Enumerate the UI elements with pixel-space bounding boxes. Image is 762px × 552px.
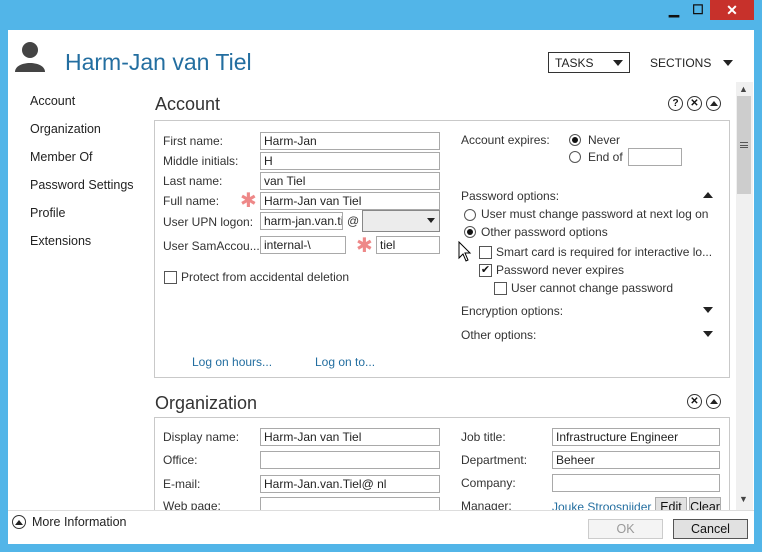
smart-card-checkbox[interactable] xyxy=(479,246,492,259)
minimize-button[interactable]: ▁ xyxy=(662,0,686,20)
vertical-scrollbar[interactable]: ▲ ▼ xyxy=(736,82,753,510)
pwd-must-change-label: User must change password at next log on xyxy=(481,207,709,221)
pwd-must-change-radio[interactable] xyxy=(464,209,476,221)
footer-divider xyxy=(8,510,754,511)
collapse-section-icon[interactable] xyxy=(706,394,721,409)
company-label: Company: xyxy=(461,476,516,490)
last-name-input[interactable]: van Tiel xyxy=(260,172,440,190)
scroll-up-icon[interactable]: ▲ xyxy=(739,84,748,94)
protect-deletion-label: Protect from accidental deletion xyxy=(181,270,350,284)
smart-card-label: Smart card is required for interactive l… xyxy=(496,245,713,259)
scroll-down-icon[interactable]: ▼ xyxy=(739,494,748,504)
display-name-input[interactable]: Harm-Jan van Tiel xyxy=(260,428,440,446)
tasks-label: TASKS xyxy=(555,55,594,70)
user-icon xyxy=(15,42,45,72)
required-asterisk-icon: ✱ xyxy=(240,190,257,212)
logon-hours-link[interactable]: Log on hours... xyxy=(192,355,272,369)
nav-item-account[interactable]: Account xyxy=(30,94,134,122)
pwd-never-expires-label: Password never expires xyxy=(496,263,625,277)
section-nav: Account Organization Member Of Password … xyxy=(30,94,134,262)
account-section-controls: ? ✕ xyxy=(668,96,721,111)
expires-end-of-radio[interactable] xyxy=(569,151,581,163)
cancel-button[interactable]: Cancel xyxy=(673,519,748,539)
office-input[interactable] xyxy=(260,451,440,469)
email-input[interactable]: Harm-Jan.van.Tiel@ nl xyxy=(260,475,440,493)
cannot-change-label: User cannot change password xyxy=(511,281,674,295)
first-name-label: First name: xyxy=(163,134,224,148)
expand-icon[interactable] xyxy=(703,307,713,313)
expires-date-input[interactable] xyxy=(628,148,682,166)
password-options-label: Password options: xyxy=(461,189,560,203)
upn-at-sign: @ xyxy=(347,214,360,228)
mouse-pointer-icon xyxy=(458,241,472,262)
encryption-options-label: Encryption options: xyxy=(461,304,564,318)
required-asterisk-icon: ✱ xyxy=(356,235,373,257)
pwd-other-label: Other password options xyxy=(481,225,608,239)
upn-label: User UPN logon: xyxy=(163,215,254,229)
page-title: Harm-Jan van Tiel xyxy=(65,49,252,75)
expires-never-radio[interactable] xyxy=(569,134,581,146)
pwd-never-expires-checkbox[interactable]: ✔ xyxy=(479,264,492,277)
nav-item-password-settings[interactable]: Password Settings xyxy=(30,178,134,206)
nav-item-profile[interactable]: Profile xyxy=(30,206,134,234)
upn-user-input[interactable]: harm-jan.van.ti xyxy=(260,212,343,230)
close-section-icon[interactable]: ✕ xyxy=(687,394,702,409)
office-label: Office: xyxy=(163,453,198,467)
expand-icon[interactable] xyxy=(703,331,713,337)
maximize-button[interactable]: ☐ xyxy=(686,0,710,20)
full-name-label: Full name: xyxy=(163,194,220,208)
more-information-toggle[interactable]: More Information xyxy=(12,515,126,529)
ok-button[interactable]: OK xyxy=(588,519,663,539)
protect-deletion-checkbox[interactable] xyxy=(164,271,177,284)
upn-domain-select[interactable] xyxy=(362,210,440,232)
collapse-section-icon[interactable] xyxy=(706,96,721,111)
collapse-icon[interactable] xyxy=(703,192,713,198)
window-controls: ▁ ☐ ✕ xyxy=(662,0,754,20)
chevron-down-icon xyxy=(427,218,435,223)
company-input[interactable] xyxy=(552,474,720,492)
expires-never-label: Never xyxy=(588,133,621,147)
middle-initials-input[interactable]: H xyxy=(260,152,440,170)
close-button[interactable]: ✕ xyxy=(710,0,754,20)
organization-section-title: Organization xyxy=(155,393,258,413)
tasks-dropdown[interactable]: TASKS xyxy=(548,52,630,73)
last-name-label: Last name: xyxy=(163,174,223,188)
nav-item-organization[interactable]: Organization xyxy=(30,122,134,150)
account-expires-label: Account expires: xyxy=(461,133,550,147)
sections-dropdown[interactable]: SECTIONS xyxy=(650,56,734,70)
chevron-down-icon xyxy=(613,59,623,66)
close-section-icon[interactable]: ✕ xyxy=(687,96,702,111)
logon-to-link[interactable]: Log on to... xyxy=(315,355,375,369)
nav-item-member-of[interactable]: Member Of xyxy=(30,150,134,178)
department-label: Department: xyxy=(461,453,528,467)
other-options-label: Other options: xyxy=(461,328,537,342)
full-name-input[interactable]: Harm-Jan van Tiel xyxy=(260,192,440,210)
job-title-label: Job title: xyxy=(461,430,506,444)
middle-initials-label: Middle initials: xyxy=(163,154,239,168)
email-label: E-mail: xyxy=(163,477,201,491)
first-name-input[interactable]: Harm-Jan xyxy=(260,132,440,150)
account-section-title: Account xyxy=(155,94,221,114)
pwd-other-radio[interactable] xyxy=(464,226,476,238)
sections-label: SECTIONS xyxy=(650,56,712,70)
sam-user-input[interactable]: tiel xyxy=(376,236,440,254)
department-input[interactable]: Beheer xyxy=(552,451,720,469)
expires-end-of-label: End of xyxy=(588,150,623,164)
sam-domain-input[interactable]: internal-\ xyxy=(260,236,346,254)
cannot-change-checkbox[interactable] xyxy=(494,282,507,295)
chevron-down-icon xyxy=(723,60,734,66)
sam-label: User SamAccou... xyxy=(163,239,260,253)
scroll-thumb[interactable] xyxy=(737,96,751,194)
help-icon[interactable]: ? xyxy=(668,96,683,111)
job-title-input[interactable]: Infrastructure Engineer xyxy=(552,428,720,446)
display-name-label: Display name: xyxy=(163,430,240,444)
more-information-label: More Information xyxy=(32,515,127,529)
nav-item-extensions[interactable]: Extensions xyxy=(30,234,134,262)
expand-up-icon xyxy=(12,515,26,529)
organization-section-controls: ✕ xyxy=(687,394,721,409)
